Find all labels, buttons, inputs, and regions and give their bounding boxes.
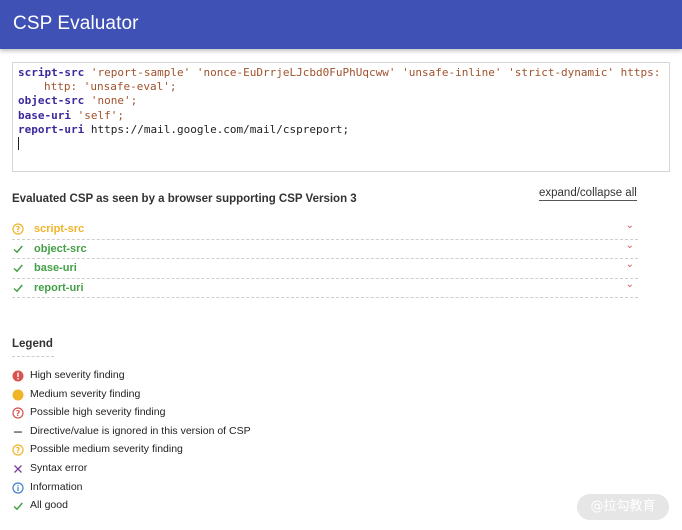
high-severity-icon: [12, 370, 24, 382]
chevron-down-icon[interactable]: ⌄: [626, 220, 634, 231]
possible-high-icon: ?: [12, 407, 24, 419]
editor-line: object-src 'none';: [18, 94, 664, 108]
directive-values: 'none';: [90, 94, 138, 108]
directive-row-script-src[interactable]: ? script-src ⌄: [12, 220, 638, 240]
directive-name: base-uri: [34, 262, 77, 274]
editor-line: report-uri https://mail.google.com/mail/…: [18, 123, 664, 137]
directive-name: report-uri: [34, 281, 84, 294]
directive-keyword: report-uri: [18, 122, 85, 136]
check-icon: [13, 284, 23, 292]
text-cursor: [18, 137, 19, 151]
chevron-down-icon[interactable]: ⌄: [626, 279, 634, 290]
directive-values: http: 'unsafe-eval';: [44, 80, 177, 94]
csp-input-editor[interactable]: script-src 'report-sample' 'nonce-EuDrrj…: [12, 62, 670, 172]
directive-keyword: base-uri: [18, 108, 71, 122]
editor-line: base-uri 'self';: [18, 109, 664, 123]
legend-title: Legend: [12, 338, 53, 350]
directive-name: script-src: [34, 223, 85, 235]
svg-text:?: ?: [16, 409, 21, 418]
editor-line: http: 'unsafe-eval';: [18, 80, 664, 94]
check-icon: [13, 502, 23, 511]
directive-list: ? script-src ⌄ object-src ⌄ base-uri ⌄ r…: [12, 220, 638, 298]
check-icon: [13, 245, 23, 253]
svg-text:?: ?: [16, 446, 21, 455]
legend-label: Medium severity finding: [30, 387, 141, 400]
editor-line: script-src 'report-sample' 'nonce-EuDrrj…: [18, 66, 664, 80]
chevron-down-icon[interactable]: ⌄: [626, 259, 634, 270]
svg-text:?: ?: [16, 225, 21, 234]
legend-label: Information: [30, 480, 83, 493]
legend-label: Directive/value is ignored in this versi…: [30, 424, 251, 437]
app-title: CSP Evaluator: [13, 13, 139, 34]
legend-label: Syntax error: [30, 461, 88, 474]
directive-name: object-src: [34, 242, 87, 255]
directive-values: 'self';: [77, 108, 124, 122]
app-bar: CSP Evaluator: [0, 0, 682, 49]
ignored-dash-icon: [14, 431, 22, 433]
legend-label: Possible high severity finding: [30, 406, 166, 419]
directive-row-report-uri[interactable]: report-uri ⌄: [12, 279, 638, 298]
legend-label: All good: [30, 499, 68, 512]
watermark: @拉勾教育: [577, 494, 669, 520]
info-icon: [12, 481, 24, 494]
legend-label: Possible medium severity finding: [30, 443, 183, 456]
directive-keyword: object-src: [18, 94, 85, 108]
medium-severity-icon: [12, 389, 24, 401]
directive-row-base-uri[interactable]: base-uri ⌄: [12, 259, 638, 279]
directive-values: https://mail.google.com/mail/cspreport;: [90, 122, 350, 136]
check-icon: [13, 264, 23, 273]
possible-medium-icon: ?: [12, 444, 24, 456]
directive-values: 'report-sample' 'nonce-EuDrrjeLJcbd0FuPh…: [90, 66, 661, 79]
question-circle-icon: ?: [12, 223, 24, 235]
directive-row-object-src[interactable]: object-src ⌄: [12, 240, 638, 259]
expand-collapse-all-link[interactable]: expand/collapse all: [539, 187, 637, 201]
evaluation-heading: Evaluated CSP as seen by a browser suppo…: [12, 193, 357, 205]
legend-divider: [12, 356, 54, 357]
legend-label: High severity finding: [30, 369, 125, 381]
chevron-down-icon[interactable]: ⌄: [626, 240, 634, 251]
syntax-error-x-icon: [14, 465, 22, 473]
directive-keyword: script-src: [18, 66, 85, 79]
editor-line: [18, 137, 664, 152]
